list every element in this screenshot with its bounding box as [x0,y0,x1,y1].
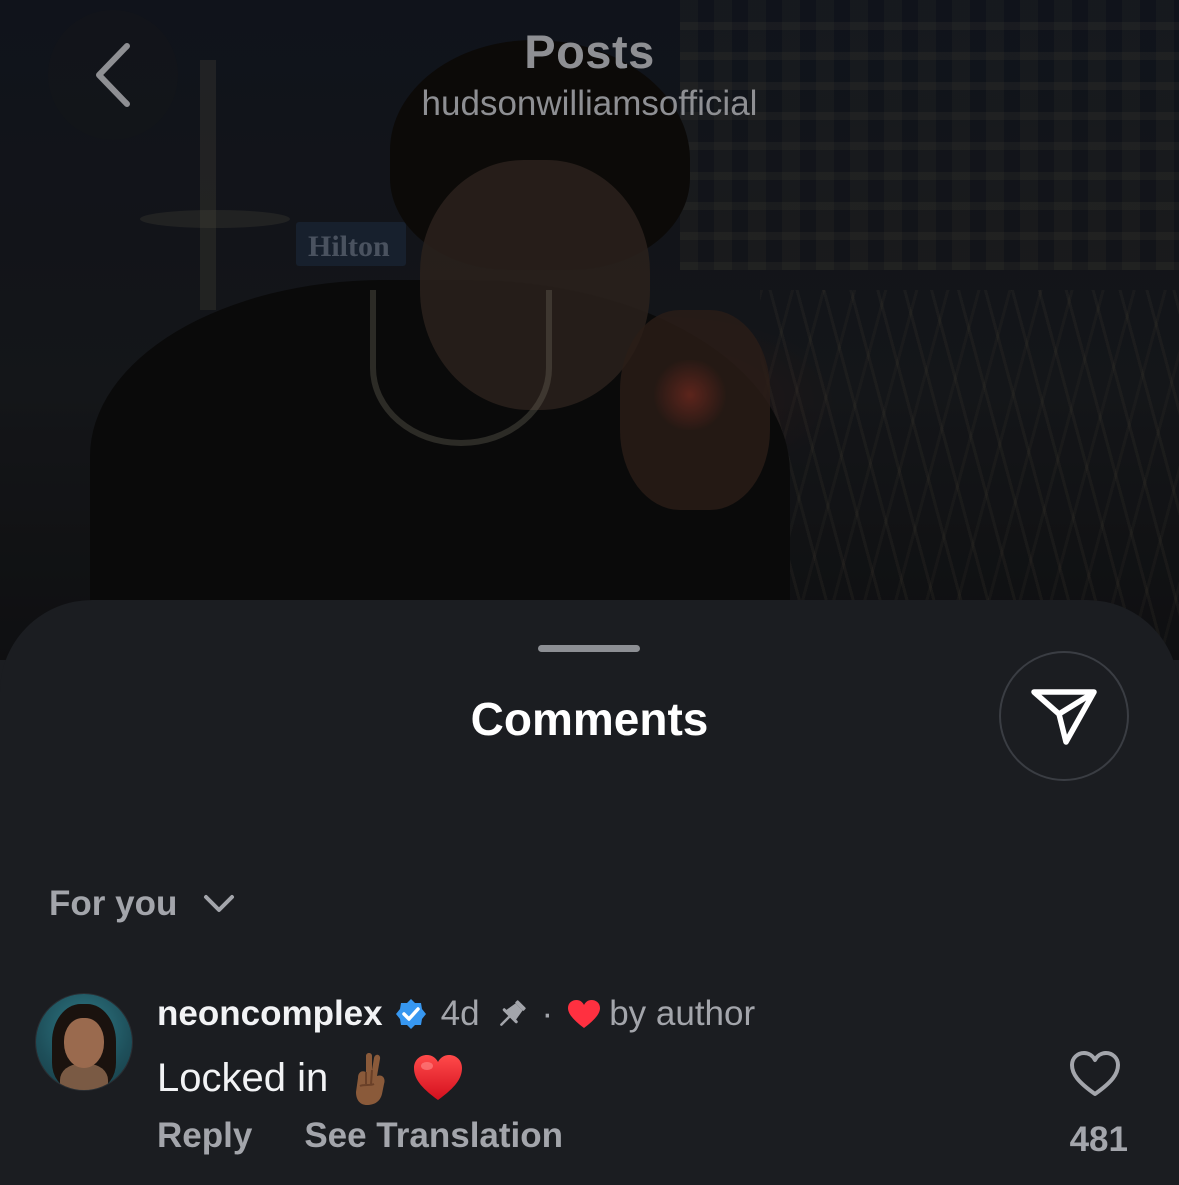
like-button[interactable] [1069,1050,1121,1098]
comment-item: neoncomplex 4d · by author Locked in Rep… [36,992,1146,1182]
crossed-fingers-emoji-icon [348,1050,392,1106]
verified-badge-icon [395,998,427,1030]
liked-by-author-label: by author [609,994,756,1033]
share-button[interactable] [999,651,1129,781]
see-translation-button[interactable]: See Translation [304,1116,563,1156]
red-heart-emoji-icon [412,1054,464,1102]
like-count: 481 [1069,1120,1128,1159]
comment-username[interactable]: neoncomplex [157,994,383,1034]
comment-actions: Reply See Translation [157,1116,563,1156]
paper-plane-icon [1031,689,1097,745]
sort-label: For you [49,884,178,923]
heart-filled-icon [567,999,601,1029]
page-subtitle-username[interactable]: hudsonwilliamsofficial [0,84,1179,124]
comment-sort-dropdown[interactable]: For you [49,884,235,924]
page-title: Posts [524,25,655,78]
reply-button[interactable]: Reply [157,1116,252,1156]
separator-dot: · [541,994,554,1033]
comment-header: neoncomplex 4d · by author [157,994,755,1034]
pin-icon [494,996,530,1032]
chevron-down-icon [204,895,235,912]
screen: Hilton Posts hudsonwilliamsofficial Comm… [0,0,1179,1185]
comment-text-row: Locked in [157,1050,464,1106]
comment-time: 4d [440,994,480,1033]
comments-sheet: Comments For you neoncomplex 4d · by aut… [0,600,1179,1185]
avatar-face [64,1018,104,1068]
comment-text: Locked in [157,1055,329,1100]
avatar[interactable] [36,994,132,1090]
heart-outline-icon [1070,1051,1120,1096]
sheet-grabber[interactable] [538,645,640,652]
